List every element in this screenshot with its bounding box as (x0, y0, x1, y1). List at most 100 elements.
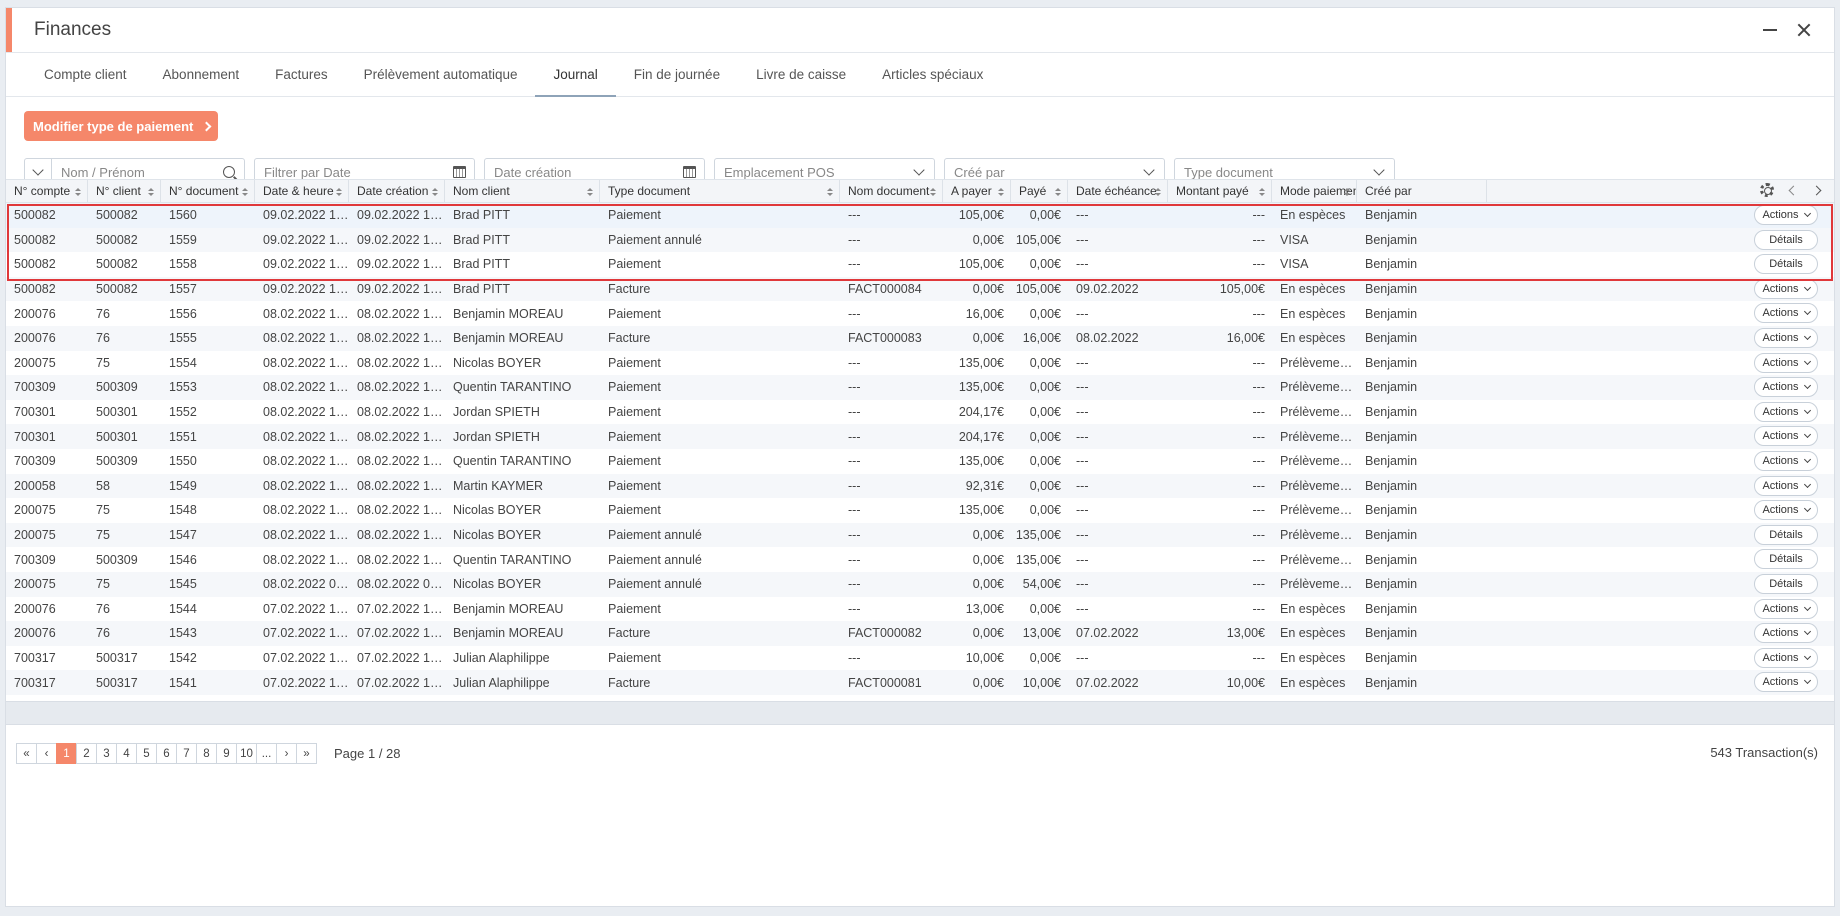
actions-button[interactable]: Actions (1754, 327, 1818, 348)
sort-icon[interactable] (148, 188, 154, 197)
modify-payment-type-button[interactable]: Modifier type de paiement (24, 111, 219, 141)
sort-icon[interactable] (1055, 188, 1061, 197)
details-button[interactable]: Détails (1754, 549, 1818, 570)
table-row[interactable]: 200076 76 1544 07.02.2022 16:... 07.02.2022 … (6, 597, 1834, 622)
sort-icon[interactable] (1259, 188, 1265, 197)
tab-articles-sp-ciaux[interactable]: Articles spéciaux (864, 53, 1001, 97)
tab-livre-de-caisse[interactable]: Livre de caisse (738, 53, 864, 97)
column-header-document-type[interactable]: Type document (600, 180, 840, 202)
sort-icon[interactable] (1155, 188, 1161, 197)
details-button[interactable]: Détails (1754, 573, 1818, 594)
actions-button[interactable]: Actions (1754, 278, 1818, 299)
table-row[interactable]: 200075 75 1547 08.02.2022 12:... 08.02.2022 … (6, 522, 1834, 548)
page-4-button[interactable]: 4 (116, 743, 137, 764)
actions-button[interactable]: Actions (1754, 426, 1818, 447)
calendar-icon[interactable] (444, 166, 474, 178)
page-1-button[interactable]: 1 (56, 743, 77, 764)
details-button[interactable]: Détails (1754, 524, 1818, 545)
page-10-button[interactable]: 10 (236, 743, 257, 764)
actions-button[interactable]: Actions (1754, 598, 1818, 619)
tab-abonnement[interactable]: Abonnement (145, 53, 258, 97)
table-row[interactable]: 500082 500082 1559 09.02.2022 10:... 09.02.2… (6, 227, 1834, 253)
actions-button[interactable]: Actions (1754, 205, 1818, 225)
actions-button[interactable]: Actions (1754, 450, 1818, 471)
page-nav-button[interactable]: ‹ (36, 743, 57, 764)
table-row[interactable]: 700309 500309 1550 08.02.2022 13:... 08.02.2… (6, 449, 1834, 474)
tab-fin-de-journ-e[interactable]: Fin de journée (616, 53, 738, 97)
details-button[interactable]: Détails (1754, 254, 1818, 275)
close-button[interactable] (1794, 20, 1814, 40)
table-row[interactable]: 200076 76 1555 08.02.2022 13:... 08.02.2022 … (6, 325, 1834, 351)
sort-icon[interactable] (75, 188, 81, 197)
table-row[interactable]: 200076 76 1556 08.02.2022 13:... 08.02.2022 … (6, 301, 1834, 326)
table-row[interactable]: 700301 500301 1551 08.02.2022 13:... 08.02.2… (6, 424, 1834, 449)
sort-icon[interactable] (587, 188, 593, 197)
table-row[interactable]: 200058 58 1549 08.02.2022 13:... 08.02.2022 … (6, 473, 1834, 499)
sort-icon[interactable] (242, 188, 248, 197)
scroll-right-icon[interactable] (1811, 185, 1822, 195)
column-header-account-no[interactable]: N° compte (6, 180, 88, 202)
table-row[interactable]: 500082 500082 1560 09.02.2022 10:... 09.02.2… (6, 203, 1834, 228)
column-header-due-date[interactable]: Date échéance (1068, 180, 1168, 202)
actions-button[interactable]: Actions (1754, 377, 1818, 398)
table-row[interactable]: 500082 500082 1558 09.02.2022 10:... 09.02.2… (6, 252, 1834, 277)
page-nav-button[interactable]: › (276, 743, 297, 764)
table-row[interactable]: 700317 500317 1542 07.02.2022 14:... 07.02.2… (6, 646, 1834, 671)
tab-compte-client[interactable]: Compte client (26, 53, 145, 97)
column-header-amount-paid[interactable]: Montant payé (1168, 180, 1272, 202)
table-row[interactable]: 700309 500309 1553 08.02.2022 13:... 08.02.2… (6, 375, 1834, 400)
actions-button[interactable]: Actions (1754, 672, 1818, 693)
table-row[interactable]: 200075 75 1554 08.02.2022 13:... 08.02.2022 … (6, 351, 1834, 376)
column-header-date-time[interactable]: Date & heure (255, 180, 349, 202)
tab-journal[interactable]: Journal (535, 53, 616, 97)
page-5-button[interactable]: 5 (136, 743, 157, 764)
actions-button[interactable]: Actions (1754, 401, 1818, 422)
sort-icon[interactable] (432, 188, 438, 197)
actions-button[interactable]: Actions (1754, 352, 1818, 373)
calendar-icon[interactable] (674, 166, 704, 178)
table-row[interactable]: 200075 75 1545 08.02.2022 09:... 08.02.2022 … (6, 571, 1834, 597)
actions-button[interactable]: Actions (1754, 500, 1818, 521)
page-9-button[interactable]: 9 (216, 743, 237, 764)
sort-icon[interactable] (998, 188, 1004, 197)
column-header-creation-date[interactable]: Date création (349, 180, 445, 202)
column-header-payment-mode[interactable]: Mode paiement (1272, 180, 1357, 202)
page-nav-button[interactable]: ... (256, 743, 277, 764)
table-row[interactable]: 700317 500317 1541 07.02.2022 14:... 07.02.2… (6, 670, 1834, 695)
table-row[interactable]: 700309 500309 1546 08.02.2022 12:... 08.02.2… (6, 547, 1834, 572)
actions-button[interactable]: Actions (1754, 475, 1818, 496)
search-icon[interactable] (214, 166, 244, 178)
table-row[interactable]: 500082 500082 1557 09.02.2022 10:... 09.02.2… (6, 276, 1834, 302)
tab-pr-l-vement-automatique[interactable]: Prélèvement automatique (346, 53, 536, 97)
column-header-amount-due[interactable]: A payer (943, 180, 1011, 202)
page-6-button[interactable]: 6 (156, 743, 177, 764)
page-nav-button[interactable]: » (296, 743, 317, 764)
page-7-button[interactable]: 7 (176, 743, 197, 764)
column-header-document-name[interactable]: Nom document (840, 180, 943, 202)
column-header-document-no[interactable]: N° document (161, 180, 255, 202)
actions-button[interactable]: Actions (1754, 647, 1818, 668)
details-button[interactable]: Détails (1754, 229, 1818, 250)
page-8-button[interactable]: 8 (196, 743, 217, 764)
column-header-created-by[interactable]: Créé par (1357, 180, 1487, 202)
table-row[interactable]: 200075 75 1548 08.02.2022 13:... 08.02.2022 … (6, 498, 1834, 523)
tab-factures[interactable]: Factures (257, 53, 346, 97)
scroll-left-icon[interactable] (1788, 185, 1799, 195)
page-2-button[interactable]: 2 (76, 743, 97, 764)
sort-icon[interactable] (1344, 188, 1350, 197)
page-nav-button[interactable]: « (16, 743, 37, 764)
column-header-client-no[interactable]: N° client (88, 180, 161, 202)
page-3-button[interactable]: 3 (96, 743, 117, 764)
table-row[interactable]: 200076 76 1543 07.02.2022 16:... 07.02.2022 … (6, 621, 1834, 646)
sort-icon[interactable] (336, 188, 342, 197)
sort-icon[interactable] (930, 188, 936, 197)
minimize-button[interactable] (1760, 20, 1780, 40)
actions-button[interactable]: Actions (1754, 623, 1818, 644)
table-row[interactable]: 700301 500301 1552 08.02.2022 13:... 08.02.2… (6, 400, 1834, 425)
gear-icon[interactable] (1760, 183, 1774, 197)
column-header-paid[interactable]: Payé (1011, 180, 1068, 202)
column-header-client-name[interactable]: Nom client (445, 180, 600, 202)
name-search-input[interactable]: Nom / Prénom (52, 165, 214, 180)
actions-button[interactable]: Actions (1754, 303, 1818, 324)
sort-icon[interactable] (827, 188, 833, 197)
